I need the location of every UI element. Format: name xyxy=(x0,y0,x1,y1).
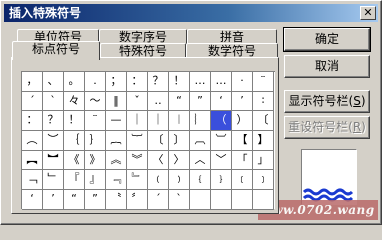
symbol-cell[interactable]: 】 xyxy=(253,131,274,151)
reset-symbol-bar-button[interactable]: 重设符号栏(R) xyxy=(284,116,370,139)
symbol-cell[interactable] xyxy=(190,190,211,210)
symbol-cell[interactable]: — xyxy=(106,111,127,132)
symbol-cell[interactable]: ） xyxy=(232,111,253,132)
symbol-cell[interactable]: ﹜ xyxy=(211,170,232,191)
symbol-cell[interactable]: ﹚ xyxy=(169,170,190,191)
symbol-cell[interactable]: … xyxy=(190,72,211,92)
symbol-cell[interactable]: ？ xyxy=(148,72,169,92)
symbol-cell[interactable]: 『 xyxy=(64,170,85,191)
symbol-cell[interactable]: 「 xyxy=(232,150,253,171)
symbol-cell[interactable]: ？ xyxy=(43,111,64,132)
symbol-cell[interactable]: ﹀ xyxy=(211,150,232,171)
window-title: 插入特殊符号 xyxy=(9,6,82,20)
symbol-cell[interactable]: ˋ xyxy=(43,91,64,112)
symbol-cell[interactable]: ︻ xyxy=(22,150,43,171)
symbol-cell[interactable]: ｛ xyxy=(64,131,85,151)
symbol-cell[interactable]: ︱ xyxy=(169,111,190,132)
cancel-button[interactable]: 取消 xyxy=(284,55,370,78)
symbol-grid: ，、。.；：？！…… · ¨ ˊ ˋ 々～ ‖ ˇ ‥ “” ‘’ ∶：？！ ¨ — ｜｜ ︱ ︴ （）〔 ︵ ︶ ｛｝… xyxy=(21,71,275,210)
symbol-cell[interactable]: ｜ xyxy=(127,111,148,132)
symbol-cell[interactable]: 〈 xyxy=(148,150,169,171)
symbol-cell[interactable]: 〕 xyxy=(169,131,190,151)
symbol-cell[interactable] xyxy=(253,190,274,210)
symbol-cell[interactable]: ‥ xyxy=(148,91,169,112)
symbol-cell[interactable]: · xyxy=(232,72,253,92)
symbol-cell[interactable]: ﹃ xyxy=(106,170,127,191)
symbol-cell[interactable]: ︸ xyxy=(127,131,148,151)
symbol-cell[interactable]: ︿ xyxy=(190,150,211,171)
symbol-cell[interactable]: ︶ xyxy=(43,131,64,151)
reset-symbol-bar-hotkey: R xyxy=(352,120,362,134)
symbol-cell[interactable]: 〔 xyxy=(253,111,274,132)
symbol-cell[interactable]: ﹛ xyxy=(190,170,211,191)
symbol-cell[interactable]: 。 xyxy=(64,72,85,92)
close-icon[interactable]: ✕ xyxy=(360,6,376,20)
symbol-cell[interactable]: 【 xyxy=(232,131,253,151)
symbol-cell[interactable]: ∶ xyxy=(253,91,274,112)
symbol-cell[interactable]: 《 xyxy=(64,150,85,171)
show-symbol-bar-button[interactable]: 显示符号栏(S) xyxy=(284,90,370,113)
symbol-cell[interactable]: 〝 xyxy=(106,190,127,210)
symbol-cell[interactable]: 〞 xyxy=(127,190,148,210)
symbol-cell[interactable] xyxy=(232,190,253,210)
symbol-cell[interactable]: 」 xyxy=(253,150,274,171)
symbol-cell[interactable]: ’ xyxy=(43,190,64,210)
symbol-cell[interactable]: ﹝ xyxy=(232,170,253,191)
symbol-cell[interactable]: ﹞ xyxy=(253,170,274,191)
symbol-cell[interactable]: 々 xyxy=(64,91,85,112)
symbol-cell[interactable]: ˊ xyxy=(22,91,43,112)
symbol-cell[interactable]: ‘ xyxy=(211,91,232,112)
symbol-cell[interactable]: ” xyxy=(85,190,106,210)
symbol-cell[interactable]: ¨ xyxy=(253,72,274,92)
symbol-cell[interactable]: ˋ xyxy=(169,190,190,210)
symbol-preview xyxy=(301,149,357,205)
symbol-cell[interactable]: ︼ xyxy=(43,150,64,171)
symbol-cell[interactable]: ： xyxy=(127,72,148,92)
tab-punctuation[interactable]: 标点符号 xyxy=(12,41,100,60)
symbol-cell[interactable]: “ xyxy=(169,91,190,112)
symbol-cell[interactable]: ˊ xyxy=(148,190,169,210)
symbol-cell[interactable]: ﹂ xyxy=(43,170,64,191)
symbol-cell[interactable]: ︺ xyxy=(211,131,232,151)
symbol-cell[interactable]: ｜ xyxy=(148,111,169,132)
preview-glyph-icon xyxy=(302,188,354,202)
symbol-cell[interactable]: ～ xyxy=(85,91,106,112)
symbol-cell[interactable]: ！ xyxy=(169,72,190,92)
symbol-cell[interactable]: ︴ xyxy=(190,111,211,132)
symbol-cell[interactable]: ︹ xyxy=(190,131,211,151)
symbol-cell[interactable]: 〔 xyxy=(148,131,169,151)
title-bar: 插入特殊符号 ✕ xyxy=(4,4,378,22)
symbol-cell[interactable]: “ xyxy=(64,190,85,210)
symbol-cell[interactable]: ‘ xyxy=(22,190,43,210)
symbol-cell[interactable]: ︽ xyxy=(106,150,127,171)
symbol-cell[interactable]: ： xyxy=(22,111,43,132)
symbol-cell[interactable]: ︾ xyxy=(127,150,148,171)
symbol-cell[interactable]: 〉 xyxy=(169,150,190,171)
symbol-cell[interactable]: 》 xyxy=(85,150,106,171)
symbol-cell[interactable]: ¨ xyxy=(85,111,106,132)
reset-symbol-bar-label: 重设符号栏 xyxy=(288,120,349,134)
symbol-cell[interactable]: . xyxy=(85,72,106,92)
symbol-cell[interactable]: ︷ xyxy=(106,131,127,151)
symbol-cell[interactable]: … xyxy=(211,72,232,92)
symbol-cell[interactable]: ， xyxy=(22,72,43,92)
symbol-cell[interactable]: ｝ xyxy=(85,131,106,151)
symbol-cell[interactable]: 、 xyxy=(43,72,64,92)
show-symbol-bar-hotkey: S xyxy=(353,94,361,108)
symbol-cell[interactable]: ﹁ xyxy=(22,170,43,191)
symbol-cell[interactable]: 』 xyxy=(85,170,106,191)
symbol-cell[interactable]: ﹄ xyxy=(127,170,148,191)
symbol-cell[interactable]: （ xyxy=(211,111,232,132)
show-symbol-bar-label: 显示符号栏 xyxy=(288,94,349,108)
symbol-cell[interactable] xyxy=(211,190,232,210)
symbol-cell[interactable]: ˇ xyxy=(127,91,148,112)
symbol-cell[interactable]: ； xyxy=(106,72,127,92)
symbol-cell[interactable]: ’ xyxy=(232,91,253,112)
symbol-cell[interactable]: ！ xyxy=(64,111,85,132)
ok-button[interactable]: 确定 xyxy=(283,27,371,52)
symbol-cell[interactable]: ” xyxy=(190,91,211,112)
symbol-cell[interactable]: ﹙ xyxy=(148,170,169,191)
symbol-cell[interactable]: ︵ xyxy=(22,131,43,151)
symbol-cell[interactable]: ‖ xyxy=(106,91,127,112)
